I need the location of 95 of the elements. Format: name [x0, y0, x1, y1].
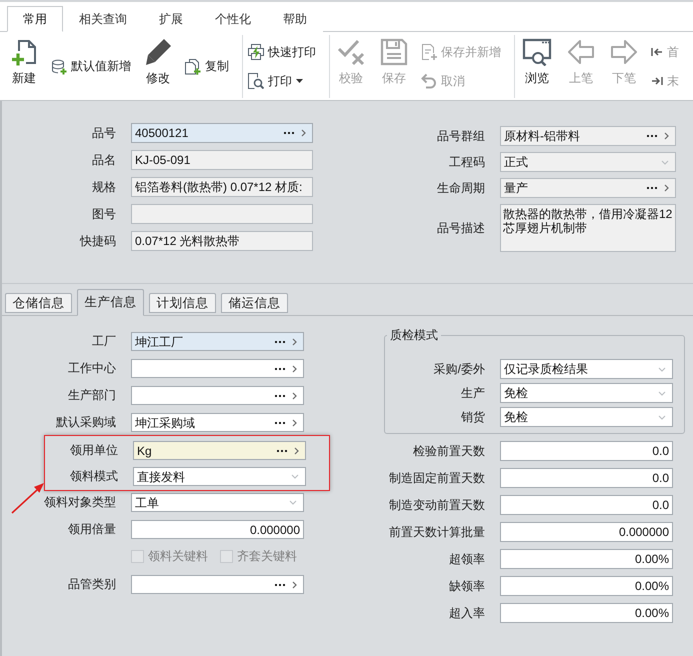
default-new-button[interactable]: 默认值新增 [48, 58, 134, 76]
field-label: 前置天数计算批量 [388, 524, 485, 540]
copy-plus-icon [185, 58, 201, 74]
field-label: 采购/委外 [432, 360, 485, 378]
lookup-field[interactable]: 40500121 [131, 123, 313, 143]
dropdown-field[interactable]: 免检 [500, 383, 673, 403]
quick-print-button[interactable]: 快速打印 [245, 43, 319, 61]
lookup-field[interactable]: 坤江采购域 [131, 413, 304, 432]
edit-button[interactable]: 修改 [139, 35, 177, 98]
copy-button[interactable]: 复制 [182, 58, 232, 76]
field-label: 品管类别 [67, 576, 116, 593]
lookup-field[interactable]: Kg [133, 441, 306, 460]
database-plus-icon [51, 58, 67, 74]
field-label: 超入率 [448, 604, 485, 622]
chevron-right-icon[interactable] [292, 338, 297, 346]
undo-icon [421, 73, 437, 89]
field-label: 缺领率 [448, 578, 485, 594]
lookup-field[interactable]: 坤江工厂 [131, 332, 304, 351]
document-plus-icon [421, 44, 437, 60]
field-label: 制造变动前置天数 [388, 496, 485, 514]
field-label: 检验前置天数 [412, 442, 485, 460]
chevron-right-icon[interactable] [292, 364, 297, 372]
field-label: 工程码 [448, 154, 485, 170]
field-label: 销货 [460, 408, 485, 426]
field-label: 生产部门 [67, 387, 116, 404]
dropdown-field[interactable]: 直接发料 [133, 467, 306, 486]
text-field[interactable]: KJ-05-091 [131, 150, 313, 170]
field-label: 领料模式 [69, 468, 118, 485]
text-field[interactable] [131, 204, 313, 224]
bar-arrow-left-icon [651, 47, 663, 57]
number-field[interactable]: 0.00% [500, 603, 673, 623]
lookup-field[interactable] [131, 359, 304, 378]
detail-tab[interactable]: 仓储信息 [5, 293, 72, 313]
number-field[interactable]: 0.0 [500, 495, 673, 515]
number-field[interactable]: 0.00% [500, 549, 673, 569]
window-magnifier-icon [522, 38, 552, 66]
field-label: 工厂 [91, 333, 116, 350]
dropdown-field[interactable]: 正式 [500, 152, 676, 172]
text-field[interactable]: 0.07*12 光料散热带 [131, 231, 313, 251]
dropdown-field[interactable]: 工单 [131, 493, 304, 512]
field-label: 图号 [91, 206, 116, 222]
new-button[interactable]: 新建 [5, 35, 43, 98]
new-document-icon [10, 38, 38, 66]
caret-down-icon [296, 79, 303, 83]
field-label: 快捷码 [78, 232, 116, 250]
number-field[interactable]: 0.00% [500, 576, 673, 596]
field-label: 品名 [91, 152, 116, 168]
bar-arrow-right-icon [651, 76, 663, 86]
number-field[interactable]: 0.0 [500, 441, 673, 461]
lookup-field[interactable]: 原材料-铝带料 [500, 126, 676, 146]
checkbox-label: 领料关键料 [148, 548, 208, 564]
field-label: 品号群组 [436, 128, 485, 144]
detail-tab[interactable]: 生产信息 [77, 289, 144, 316]
browse-button[interactable]: 浏览 [517, 35, 557, 98]
lookup-field[interactable]: 量产 [500, 178, 676, 198]
dropdown-field[interactable]: 免检 [500, 407, 673, 427]
field-label: 生产 [460, 384, 485, 402]
field-label: 领料对象类型 [43, 494, 116, 511]
dropdown-field[interactable]: 仅记录质检结果 [500, 359, 673, 379]
field-label: 默认采购域 [55, 414, 116, 431]
chevron-right-icon[interactable] [664, 132, 669, 140]
chevron-right-icon[interactable] [294, 446, 299, 454]
chevron-right-icon[interactable] [664, 184, 669, 192]
chevron-right-icon[interactable] [292, 392, 297, 400]
lookup-field[interactable] [131, 575, 304, 594]
number-field[interactable]: 0.000000 [500, 522, 673, 542]
detail-tab[interactable]: 储运信息 [221, 293, 288, 313]
field-label: 生命周期 [436, 180, 485, 196]
checkbox-label: 齐套关键料 [237, 548, 297, 564]
detail-tab[interactable]: 计划信息 [149, 293, 216, 313]
pencil-icon [144, 38, 172, 66]
field-label: 规格 [91, 178, 116, 196]
chevron-right-icon[interactable] [292, 580, 297, 588]
arrow-left-icon [567, 38, 595, 66]
printer-icon [248, 44, 264, 60]
group-title: 质检模式 [389, 328, 439, 342]
lookup-field[interactable] [131, 386, 304, 405]
field-label: 超领率 [448, 550, 485, 568]
check-cross-icon [337, 38, 365, 66]
page-magnifier-icon [248, 73, 264, 89]
chevron-right-icon[interactable] [292, 418, 297, 426]
number-field[interactable]: 0.0 [500, 468, 673, 488]
field-label: 领用倍量 [67, 521, 116, 538]
field-label: 工作中心 [67, 360, 116, 377]
chevron-right-icon[interactable] [301, 129, 306, 137]
arrow-right-icon [610, 38, 638, 66]
print-button[interactable]: 打印 [245, 72, 319, 90]
field-label: 品号描述 [436, 220, 485, 236]
number-field[interactable]: 0.000000 [131, 520, 304, 539]
ribbon-tab[interactable]: 常用 [7, 6, 63, 32]
textarea-field[interactable]: 散热器的散热带，借用冷凝器12芯厚翅片机制带 [500, 204, 676, 252]
text-field[interactable]: 铝箔卷料(散热带) 0.07*12 材质: [131, 177, 313, 197]
field-label: 品号 [91, 124, 116, 142]
field-label: 制造固定前置天数 [388, 470, 485, 486]
field-label: 领用单位 [69, 442, 118, 459]
